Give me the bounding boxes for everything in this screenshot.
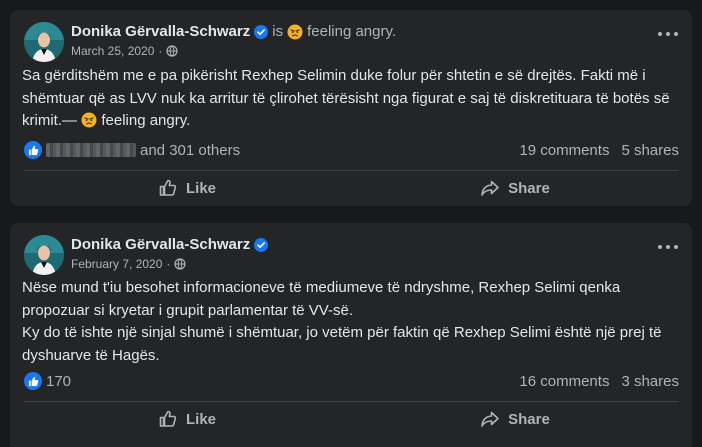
is-label: is — [272, 23, 284, 40]
comments-count[interactable]: 16 comments — [519, 373, 609, 390]
like-reaction-icon[interactable] — [24, 372, 42, 390]
post-body-line: Ky do të ishte një sinjal shumë i shëmtu… — [22, 324, 662, 341]
post-body-line: Sa gërditshëm me e pa pikërisht Rexhep S… — [22, 67, 646, 84]
share-label: Share — [508, 410, 550, 428]
post-body-line: dyshuarve të Hagës. — [22, 346, 160, 364]
feed-post: Donika Gërvalla-Schwarz February 7, 2020… — [10, 223, 692, 447]
avatar[interactable] — [24, 235, 64, 275]
avatar[interactable] — [24, 22, 64, 62]
more-options-icon[interactable] — [658, 32, 678, 38]
like-label: Like — [185, 179, 216, 197]
post-stats: 170 16 comments 3 shares — [24, 371, 679, 391]
post-body: Nëse mund t'iu besohet informacioneve të… — [22, 277, 682, 367]
post-body: Sa gërditshëm me e pa pikërisht Rexhep S… — [22, 65, 682, 133]
comments-count[interactable]: 19 comments — [519, 142, 609, 159]
like-reaction-icon[interactable] — [24, 141, 42, 159]
like-button[interactable]: Like — [24, 402, 350, 436]
share-button[interactable]: Share — [352, 171, 678, 205]
post-meta: March 25, 2020 · — [71, 44, 178, 58]
share-button[interactable]: Share — [352, 402, 678, 436]
thumbs-up-icon — [159, 410, 177, 427]
meta-separator: · — [166, 257, 171, 271]
shares-count[interactable]: 3 shares — [621, 373, 679, 390]
feeling-label[interactable]: feeling angry. — [307, 23, 396, 40]
post-date[interactable]: February 7, 2020 — [71, 257, 162, 271]
thumbs-up-icon — [159, 179, 177, 196]
meta-separator: · — [158, 44, 163, 58]
like-label: Like — [185, 410, 216, 428]
verified-badge-icon — [254, 24, 269, 39]
post-body-line: propozuar si kryetar i grupit parlamenta… — [22, 301, 353, 319]
verified-badge-icon — [254, 237, 269, 252]
author-name[interactable]: Donika Gërvalla-Schwarz — [71, 236, 250, 253]
blurred-names — [46, 143, 136, 157]
shares-count[interactable]: 5 shares — [621, 142, 679, 159]
post-stats: and 301 others 19 comments 5 shares — [24, 140, 679, 160]
more-options-icon[interactable] — [658, 245, 678, 251]
author-name[interactable]: Donika Gërvalla-Schwarz — [71, 23, 250, 40]
like-button[interactable]: Like — [24, 171, 350, 205]
angry-emoji-icon — [287, 24, 303, 39]
reactions-count[interactable]: and 301 others — [140, 142, 240, 159]
share-arrow-icon — [481, 180, 499, 196]
post-body-line: Nëse mund t'iu besohet informacioneve të… — [22, 279, 621, 296]
post-body-line-text: krimit.— — [22, 112, 77, 129]
post-body-line: krimit.— feeling angry. — [22, 110, 682, 133]
post-header: Donika Gërvalla-Schwarz is feeling angry… — [71, 23, 396, 40]
feed-post: Donika Gërvalla-Schwarz is feeling angry… — [10, 10, 692, 206]
globe-icon — [166, 45, 178, 57]
post-header: Donika Gërvalla-Schwarz — [71, 236, 269, 253]
globe-icon — [174, 258, 186, 270]
reactions-count[interactable]: 170 — [46, 373, 71, 390]
post-body-line: shëmtuar që as LVV nuk ka arritur të çli… — [22, 89, 670, 107]
share-label: Share — [508, 179, 550, 197]
post-date[interactable]: March 25, 2020 — [71, 44, 154, 58]
share-arrow-icon — [481, 411, 499, 427]
body-feeling-text: feeling angry. — [101, 112, 191, 129]
post-meta: February 7, 2020 · — [71, 257, 186, 271]
angry-emoji-icon — [81, 112, 97, 128]
